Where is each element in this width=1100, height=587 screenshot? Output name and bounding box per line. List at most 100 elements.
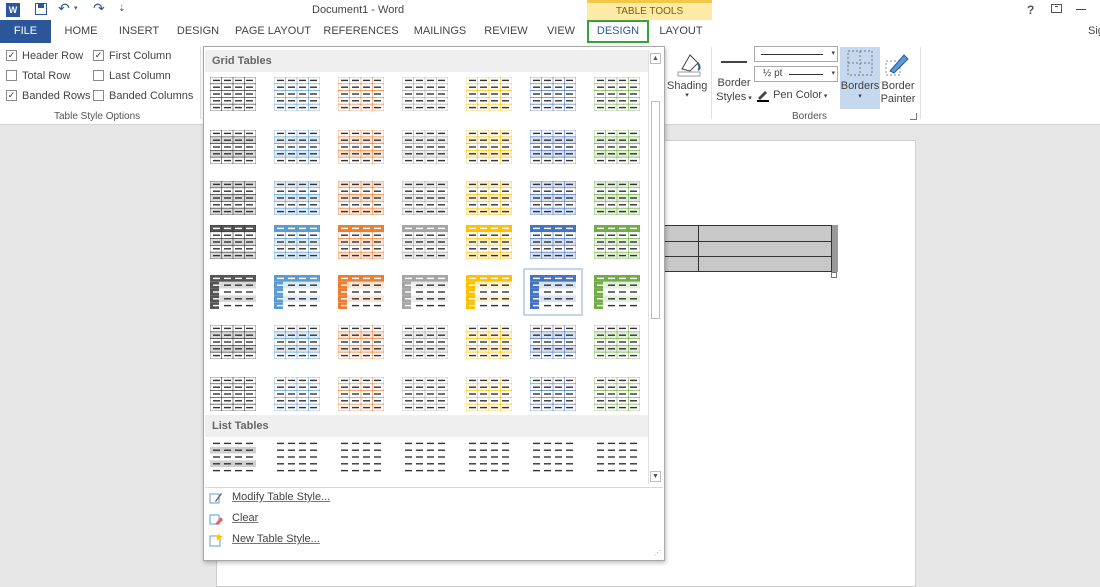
table-style-header-2[interactable] (337, 129, 385, 165)
table-style-colhead-3[interactable] (402, 275, 448, 309)
line-style-dropdown[interactable]: ▾ (754, 46, 838, 62)
table-style-light-1[interactable] (273, 324, 321, 360)
table-style-colhead-2[interactable] (338, 275, 384, 309)
tab-references[interactable]: REFERENCES (323, 20, 399, 43)
tab-view[interactable]: VIEW (540, 20, 582, 43)
table-style-headerfill-4[interactable] (465, 224, 513, 260)
scroll-thumb[interactable] (651, 101, 660, 319)
table-style-banded-2[interactable] (337, 180, 385, 216)
table-resize-handle[interactable] (831, 272, 837, 278)
table-style-list-6[interactable] (594, 440, 640, 474)
table-style-banded-6[interactable] (593, 180, 641, 216)
table-style-header-1[interactable] (273, 129, 321, 165)
document-table[interactable] (657, 225, 832, 272)
help-icon[interactable]: ? (1027, 3, 1034, 17)
tab-insert[interactable]: INSERT (113, 20, 165, 43)
tab-table-layout[interactable]: LAYOUT (656, 20, 706, 43)
table-style-banded-4[interactable] (465, 180, 513, 216)
modify-table-style-item[interactable]: Modify Table Style... (232, 491, 330, 503)
table-style-list-3[interactable] (402, 440, 448, 474)
table-style-lightgrid-4[interactable] (465, 376, 513, 412)
gallery-scrollbar[interactable]: ▲ ▼ (648, 51, 662, 484)
tab-page-layout[interactable]: PAGE LAYOUT (232, 20, 314, 43)
table-style-light-0[interactable] (209, 324, 257, 360)
undo-icon[interactable]: ↶ (58, 0, 70, 17)
ribbon-display-options-icon[interactable] (1051, 4, 1062, 13)
table-style-colhead-0[interactable] (210, 275, 256, 309)
table-style-banded-0[interactable] (209, 180, 257, 216)
table-style-list-4[interactable] (466, 440, 512, 474)
table-style-list-0[interactable] (210, 440, 256, 474)
tab-table-design[interactable]: DESIGN (587, 20, 649, 43)
minimize-icon[interactable] (1076, 9, 1086, 10)
table-style-plain-3[interactable] (401, 76, 449, 112)
last-column-checkbox[interactable]: Last Column (93, 69, 171, 83)
table-style-banded-5[interactable] (529, 180, 577, 216)
scroll-up-button[interactable]: ▲ (650, 53, 661, 64)
table-style-lightgrid-6[interactable] (593, 376, 641, 412)
undo-dropdown-icon[interactable]: ▾ (74, 4, 78, 12)
total-row-checkbox[interactable]: Total Row (6, 69, 70, 83)
table-style-plain-2[interactable] (337, 76, 385, 112)
redo-icon[interactable]: ↷ (93, 0, 105, 17)
table-style-light-3[interactable] (401, 324, 449, 360)
table-style-lightgrid-1[interactable] (273, 376, 321, 412)
table-style-headerfill-6[interactable] (593, 224, 641, 260)
table-style-plain-1[interactable] (273, 76, 321, 112)
table-style-banded-1[interactable] (273, 180, 321, 216)
table-style-plain-5[interactable] (529, 76, 577, 112)
banded-columns-checkbox[interactable]: Banded Columns (93, 89, 193, 103)
table-style-list-1[interactable] (274, 440, 320, 474)
table-style-light-2[interactable] (337, 324, 385, 360)
customize-toolbar-icon[interactable]: ⇣ (118, 3, 126, 14)
shading-button[interactable]: Shading ▾ (667, 47, 707, 103)
tab-design-document[interactable]: DESIGN (173, 20, 223, 43)
table-style-headerfill-5[interactable] (529, 224, 577, 260)
first-column-checkbox[interactable]: ✓ First Column (93, 49, 171, 63)
table-style-list-5[interactable] (530, 440, 576, 474)
clear-item[interactable]: Clear (232, 512, 258, 524)
word-app-icon[interactable]: W (6, 3, 20, 17)
table-style-lightgrid-2[interactable] (337, 376, 385, 412)
table-style-colhead-1[interactable] (274, 275, 320, 309)
table-style-colhead-5[interactable] (523, 268, 583, 316)
borders-dialog-launcher-icon[interactable] (910, 113, 917, 120)
table-style-plain-6[interactable] (593, 76, 641, 112)
header-row-checkbox[interactable]: ✓ Header Row (6, 49, 83, 63)
borders-button[interactable]: Borders ▾ (840, 47, 880, 109)
table-style-light-6[interactable] (593, 324, 641, 360)
line-weight-dropdown[interactable]: ½ pt ▾ (754, 66, 838, 82)
table-style-headerfill-2[interactable] (337, 224, 385, 260)
table-style-lightgrid-0[interactable] (209, 376, 257, 412)
table-style-header-6[interactable] (593, 129, 641, 165)
table-style-plain-0[interactable] (209, 76, 257, 112)
table-style-colhead-4[interactable] (466, 275, 512, 309)
table-style-light-4[interactable] (465, 324, 513, 360)
table-style-header-0[interactable] (209, 129, 257, 165)
table-style-light-5[interactable] (529, 324, 577, 360)
tab-file[interactable]: FILE (0, 20, 51, 43)
tab-review[interactable]: REVIEW (481, 20, 531, 43)
table-style-headerfill-3[interactable] (401, 224, 449, 260)
table-style-header-5[interactable] (529, 129, 577, 165)
table-style-headerfill-0[interactable] (209, 224, 257, 260)
table-style-banded-3[interactable] (401, 180, 449, 216)
table-style-plain-4[interactable] (465, 76, 513, 112)
tab-mailings[interactable]: MAILINGS (408, 20, 472, 43)
pen-color-button[interactable]: Pen Color ▾ (756, 88, 827, 104)
table-style-headerfill-1[interactable] (273, 224, 321, 260)
table-style-lightgrid-5[interactable] (529, 376, 577, 412)
table-style-colhead-6[interactable] (594, 275, 640, 309)
table-style-header-4[interactable] (465, 129, 513, 165)
banded-rows-checkbox[interactable]: ✓ Banded Rows (6, 89, 91, 103)
sign-in-link[interactable]: Sig (1088, 25, 1100, 37)
table-style-lightgrid-3[interactable] (401, 376, 449, 412)
scroll-down-button[interactable]: ▼ (650, 471, 661, 482)
border-painter-button[interactable]: Border Painter (880, 47, 916, 109)
save-icon[interactable] (35, 3, 47, 15)
new-table-style-item[interactable]: New Table Style... (232, 533, 320, 545)
tab-home[interactable]: HOME (57, 20, 105, 43)
gallery-resize-grip-icon[interactable]: ⋰ (654, 550, 661, 557)
border-styles-button[interactable]: Border Styles ▾ (714, 47, 754, 109)
table-style-header-3[interactable] (401, 129, 449, 165)
